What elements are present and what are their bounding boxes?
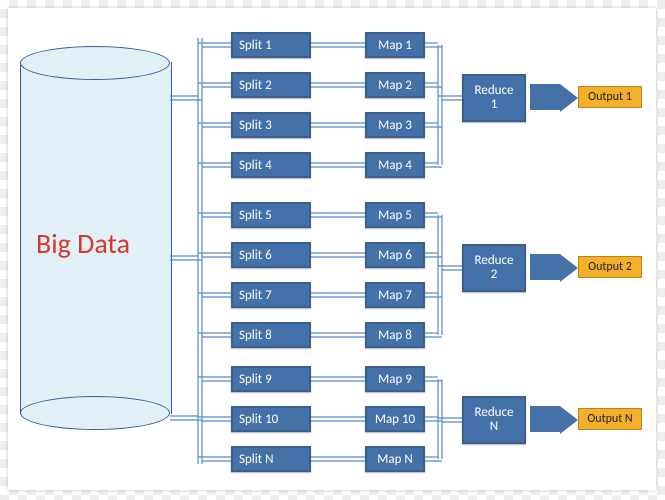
map-node: Map 6 [365, 242, 425, 268]
map-node: Map 10 [365, 406, 425, 432]
split-node: Split 4 [231, 152, 311, 178]
arrow-head-icon [560, 84, 578, 112]
map-node: Map 3 [365, 112, 425, 138]
split-node: Split 1 [231, 32, 311, 58]
big-data-label: Big Data [8, 226, 158, 261]
split-node: Split 5 [231, 202, 311, 228]
reduce-node: Reduce2 [462, 244, 526, 292]
arrow-head-icon [560, 406, 578, 434]
map-node: Map 8 [365, 322, 425, 348]
arrow-body [530, 84, 560, 110]
map-node: Map N [365, 446, 425, 472]
split-node: Split 6 [231, 242, 311, 268]
map-node: Map 9 [365, 366, 425, 392]
split-node: Split 3 [231, 112, 311, 138]
output-node: Output 2 [578, 256, 642, 278]
split-node: Split 2 [231, 72, 311, 98]
reduce-node: Reduce1 [462, 74, 526, 122]
output-node: Output 1 [578, 86, 642, 108]
arrow-body [530, 254, 560, 280]
split-node: Split 8 [231, 322, 311, 348]
map-node: Map 1 [365, 32, 425, 58]
diagram-slide: Big Data Split 1 Split 2 Split 3 Split 4 Spl… [8, 8, 656, 490]
map-node: Map 5 [365, 202, 425, 228]
arrow-body [530, 406, 560, 432]
reduce-node: ReduceN [462, 396, 526, 444]
split-node: Split 10 [231, 406, 311, 432]
split-node: Split 9 [231, 366, 311, 392]
output-node: Output N [578, 408, 642, 430]
split-node: Split N [231, 446, 311, 472]
arrow-head-icon [560, 254, 578, 282]
map-node: Map 4 [365, 152, 425, 178]
map-node: Map 7 [365, 282, 425, 308]
split-node: Split 7 [231, 282, 311, 308]
map-node: Map 2 [365, 72, 425, 98]
